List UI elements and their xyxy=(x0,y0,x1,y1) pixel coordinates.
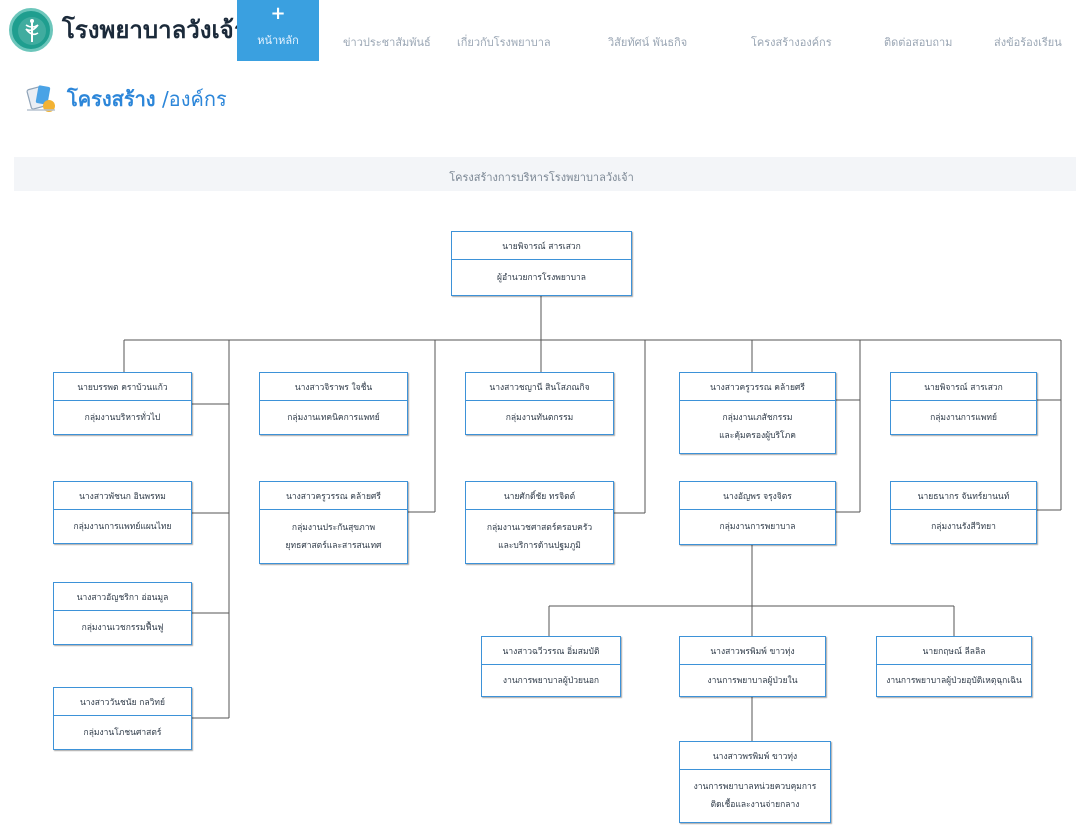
unit-name: นางสาวฉวีวรรณ อิ่มสมบัติ xyxy=(482,637,620,665)
unit-box: นายศักดิ์ชัย ทรจิตต์ กลุ่มงานเวชศาสตร์คร… xyxy=(465,481,614,564)
unit-role: งานการพยาบาลผู้ป่วยนอก xyxy=(502,675,600,686)
unit-role: กลุ่มงานเทคนิคการแพทย์ xyxy=(287,412,380,423)
unit-role: กลุ่มงานการแพทย์แผนไทย xyxy=(73,521,172,532)
unit-name: นางสาวจิราพร ใจชื่น xyxy=(260,373,407,401)
unit-name: นางอัญพร จรุงจิตร xyxy=(680,482,835,510)
unit-role: กลุ่มงานบริหารทั่วไป xyxy=(84,412,161,423)
unit-role: กลุ่มงานเวชกรรมฟื้นฟู xyxy=(81,622,164,633)
unit-box: นายบรรพต คราบ้วนแก้ว กลุ่มงานบริหารทั่วไ… xyxy=(53,372,192,435)
unit-name: นางสาวพัชนก อินพรหม xyxy=(54,482,191,510)
nursing-unit-box: นางสาวฉวีวรรณ อิ่มสมบัติ งานการพยาบาลผู้… xyxy=(481,636,621,697)
nursing-unit-box: นายกฤษณ์ ลีลลิล งานการพยาบาลผู้ป่วยอุบัต… xyxy=(876,636,1032,697)
unit-box: นายพิจารณ์ สารเสวก กลุ่มงานการแพทย์ xyxy=(890,372,1037,435)
unit-box: นางสาวครูวรรณ คล้ายศรี กลุ่มงานประกันสุข… xyxy=(259,481,408,564)
unit-name: นางสาวพรพิมพ์ ขาวทุ่ง xyxy=(680,742,830,770)
unit-role: กลุ่มงานรังสีวิทยา xyxy=(931,521,996,532)
unit-name: นายธนากร จันทร์ยานนท์ xyxy=(891,482,1036,510)
unit-role: กลุ่มงานการพยาบาล xyxy=(719,522,796,532)
unit-role: กลุ่มงานการแพทย์ xyxy=(930,412,997,423)
unit-name: นายศักดิ์ชัย ทรจิตต์ xyxy=(466,482,613,510)
unit-name: นางสาวครูวรรณ คล้ายศรี xyxy=(260,482,407,510)
unit-name: นางสาวชญานี สินโสภณกิจ xyxy=(466,373,613,401)
unit-role: งานการพยาบาลผู้ป่วยอุบัติเหตุฉุกเฉิน xyxy=(886,675,1022,686)
unit-box: นางสาวชญานี สินโสภณกิจ กลุ่มงานทันตกรรม xyxy=(465,372,614,435)
unit-role: กลุ่มงานทันตกรรม xyxy=(505,412,574,423)
unit-name: นางสาวครูวรรณ คล้ายศรี xyxy=(680,373,835,401)
unit-name: นางสาวพรพิมพ์ ขาวทุ่ง xyxy=(680,637,825,665)
director-box: นายพิจารณ์ สารเสวก ผู้อำนวยการโรงพยาบาล xyxy=(451,231,632,296)
unit-box: นายธนากร จันทร์ยานนท์ กลุ่มงานรังสีวิทยา xyxy=(890,481,1037,544)
unit-role: กลุ่มงานประกันสุขภาพ ยุทธศาสตร์และสารสนเ… xyxy=(285,522,382,551)
unit-name: นายกฤษณ์ ลีลลิล xyxy=(877,637,1031,665)
infection-unit-box: นางสาวพรพิมพ์ ขาวทุ่ง งานการพยาบาลหน่วยค… xyxy=(679,741,831,823)
unit-role: กลุ่มงานโภชนศาสตร์ xyxy=(83,727,162,738)
nursing-unit-box: นางสาวพรพิมพ์ ขาวทุ่ง งานการพยาบาลผู้ป่ว… xyxy=(679,636,826,697)
unit-role: งานการพยาบาลหน่วยควบคุมการ ติดเชื้อและงา… xyxy=(693,782,817,810)
unit-box: นางอัญพร จรุงจิตร กลุ่มงานการพยาบาล xyxy=(679,481,836,545)
unit-box: นางสาวอัญชริกา อ่อนมูล กลุ่มงานเวชกรรมฟื… xyxy=(53,582,192,645)
director-role: ผู้อำนวยการโรงพยาบาล xyxy=(497,272,586,283)
unit-box: นางสาววันชนัย กลวิทย์ กลุ่มงานโภชนศาสตร์ xyxy=(53,687,192,750)
unit-name: นางสาววันชนัย กลวิทย์ xyxy=(54,688,191,716)
unit-box: นางสาวจิราพร ใจชื่น กลุ่มงานเทคนิคการแพท… xyxy=(259,372,408,435)
unit-name: นายพิจารณ์ สารเสวก xyxy=(891,373,1036,401)
unit-role: กลุ่มงานเวชศาสตร์ครอบครัว และบริการด้านป… xyxy=(486,522,593,551)
unit-name: นายบรรพต คราบ้วนแก้ว xyxy=(54,373,191,401)
unit-box: นางสาวพัชนก อินพรหม กลุ่มงานการแพทย์แผนไ… xyxy=(53,481,192,544)
unit-name: นางสาวอัญชริกา อ่อนมูล xyxy=(54,583,191,611)
director-name: นายพิจารณ์ สารเสวก xyxy=(452,232,631,260)
unit-role: กลุ่มงานเภสัชกรรม และคุ้มครองผู้บริโภค xyxy=(719,413,796,441)
unit-box: นางสาวครูวรรณ คล้ายศรี กลุ่มงานเภสัชกรรม… xyxy=(679,372,836,454)
unit-role: งานการพยาบาลผู้ป่วยใน xyxy=(707,675,798,686)
